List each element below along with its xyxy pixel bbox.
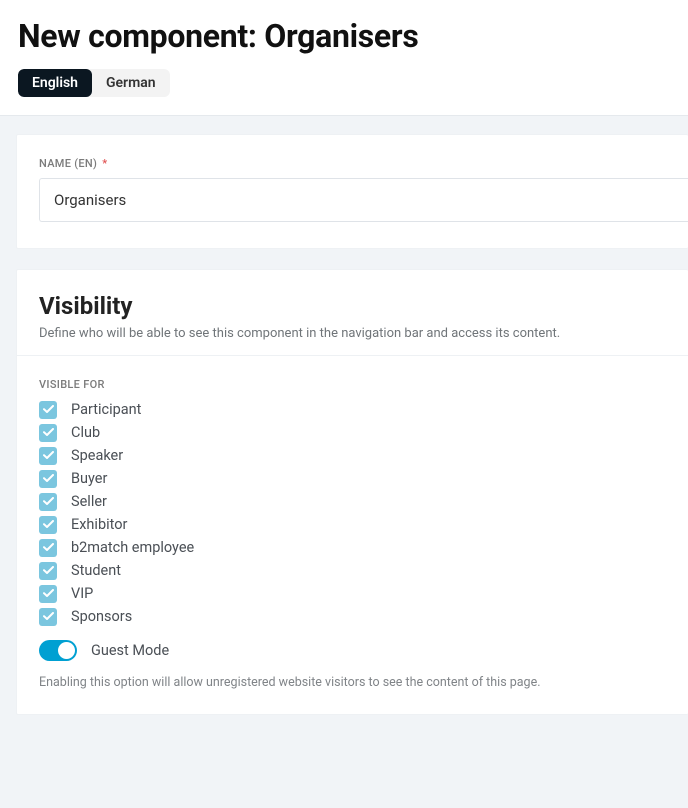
check-icon [43,497,54,506]
checkbox[interactable] [39,585,57,603]
checkbox[interactable] [39,539,57,557]
checkbox[interactable] [39,447,57,465]
checkbox-label: Seller [71,493,107,510]
name-field-label: NAME (EN) * [39,157,688,170]
page-title: New component: Organisers [18,18,670,55]
visible-for-item: Participant [39,401,688,419]
checkbox[interactable] [39,562,57,580]
checkbox-label: Sponsors [71,608,132,625]
guest-mode-help: Enabling this option will allow unregist… [39,675,688,690]
checkbox-label: Participant [71,401,141,418]
visible-for-list: Participant Club Speaker Buyer Seller Exhibit… [39,401,688,626]
checkbox-label: Buyer [71,470,107,487]
name-card: NAME (EN) * [16,134,688,249]
content-area: NAME (EN) * Visibility Define who will b… [0,116,688,763]
tab-english[interactable]: English [18,69,92,97]
checkbox-label: Exhibitor [71,516,127,533]
checkbox-label: Club [71,424,100,441]
check-icon [43,474,54,483]
checkbox[interactable] [39,516,57,534]
check-icon [43,451,54,460]
guest-mode-label: Guest Mode [91,642,169,659]
name-input[interactable] [39,178,688,222]
visibility-subtitle: Define who will be able to see this comp… [39,326,688,341]
visible-for-label: VISIBLE FOR [39,378,688,391]
checkbox-label: Speaker [71,447,123,464]
guest-mode-toggle[interactable] [39,640,77,661]
check-icon [43,405,54,414]
check-icon [43,566,54,575]
visible-for-item: b2match employee [39,539,688,557]
check-icon [43,612,54,621]
toggle-knob [58,642,75,659]
required-marker: * [102,157,107,170]
checkbox-label: b2match employee [71,539,194,556]
tab-german[interactable]: German [92,69,170,97]
checkbox[interactable] [39,401,57,419]
check-icon [43,520,54,529]
visible-for-item: Exhibitor [39,516,688,534]
visible-for-item: Club [39,424,688,442]
checkbox-label: VIP [71,585,93,602]
visibility-card: Visibility Define who will be able to se… [16,269,688,715]
visible-for-item: Student [39,562,688,580]
visibility-title: Visibility [39,292,688,320]
checkbox[interactable] [39,608,57,626]
checkbox[interactable] [39,493,57,511]
check-icon [43,589,54,598]
visible-for-item: VIP [39,585,688,603]
checkbox-label: Student [71,562,121,579]
visible-for-item: Speaker [39,447,688,465]
checkbox[interactable] [39,424,57,442]
page-header: New component: Organisers English German [0,0,688,116]
visible-for-item: Seller [39,493,688,511]
name-label-text: NAME (EN) [39,157,97,170]
check-icon [43,543,54,552]
language-tabs: English German [18,69,170,97]
check-icon [43,428,54,437]
visible-for-item: Sponsors [39,608,688,626]
checkbox[interactable] [39,470,57,488]
visible-for-item: Buyer [39,470,688,488]
guest-mode-row: Guest Mode [39,640,688,661]
